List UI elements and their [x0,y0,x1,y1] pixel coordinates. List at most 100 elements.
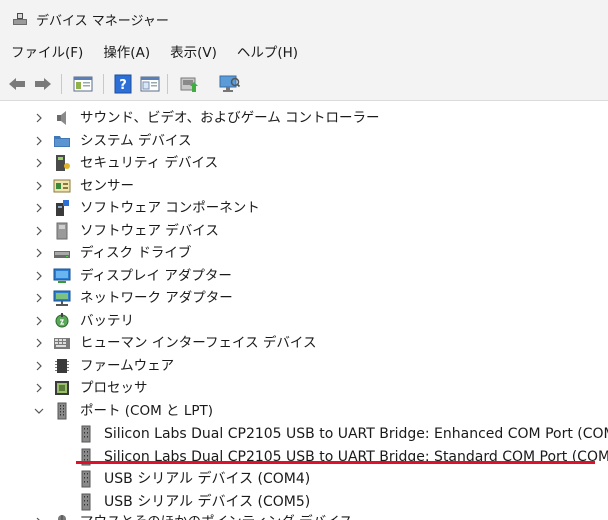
tree-category-label: セキュリティ デバイス [80,155,219,171]
security-device-icon [56,155,70,171]
tree-category-label: ソフトウェア デバイス [80,223,219,239]
tree-category[interactable]: ヒューマン インターフェイス デバイス [0,332,608,354]
forward-arrow-icon [35,78,51,90]
device-item-label: USB シリアル デバイス (COM5) [104,494,311,510]
title-bar: デバイス マネージャー [0,0,608,38]
toolbar-separator [103,74,104,94]
menu-file[interactable]: ファイル(F) [0,38,92,68]
port-icon [57,402,67,420]
tree-category-label: プロセッサ [80,380,148,396]
tree-category-label: ポート (COM と LPT) [80,403,214,419]
chevron-right-icon[interactable] [33,355,45,377]
toolbar-separator [61,74,62,94]
menu-view[interactable]: 表示(V) [159,38,226,68]
device-item-label: USB シリアル デバイス (COM4) [104,471,311,487]
back-arrow-icon [9,78,25,90]
mouse-icon [58,515,66,520]
properties-icon [140,76,160,92]
tree-category[interactable]: プロセッサ [0,377,608,399]
toolbar-separator [167,74,168,94]
tree-category[interactable]: ネットワーク アダプター [0,287,608,309]
tree-category-label: システム デバイス [80,133,192,149]
device-item[interactable]: USB シリアル デバイス (COM5) [0,491,608,513]
menu-action[interactable]: 操作(A) [92,38,159,68]
tree-category[interactable]: ソフトウェア デバイス [0,220,608,242]
properties-button[interactable] [139,73,161,95]
system-folder-icon [54,136,70,147]
tree-category[interactable]: センサー [0,175,608,197]
port-device-icon [81,493,91,511]
chevron-right-icon[interactable] [33,287,45,309]
device-item-highlighted[interactable]: Silicon Labs Dual CP2105 USB to UART Bri… [0,446,608,468]
tree-category-label: ディスク ドライブ [80,245,192,261]
software-component-icon [56,200,69,216]
window-title: デバイス マネージャー [36,14,169,29]
hid-icon [54,338,70,349]
device-item[interactable]: USB シリアル デバイス (COM4) [0,468,608,490]
firmware-icon [55,359,69,373]
chevron-down-icon[interactable] [33,400,45,422]
device-manager-icon [13,13,27,25]
device-item-label: Silicon Labs Dual CP2105 USB to UART Bri… [104,426,608,442]
tree-category-label: センサー [80,178,134,194]
chevron-right-icon[interactable] [33,332,45,354]
chevron-right-icon[interactable] [33,265,45,287]
update-driver-button[interactable] [178,73,200,95]
tree-category[interactable]: バッテリ [0,310,608,332]
tree-category[interactable]: サウンド、ビデオ、およびゲーム コントローラー [0,107,608,129]
chevron-right-icon[interactable] [33,197,45,219]
back-button[interactable] [6,73,28,95]
chevron-right-icon[interactable] [33,152,45,174]
forward-button[interactable] [32,73,54,95]
tree-category-label: バッテリ [80,313,134,329]
tree-category[interactable]: マウスとそのほかのポインティング デバイス [0,511,608,520]
software-device-icon [56,222,68,240]
port-device-icon [81,425,91,443]
chevron-right-icon[interactable] [33,511,45,520]
chevron-right-icon[interactable] [33,242,45,264]
sensor-icon [53,179,71,193]
chevron-right-icon[interactable] [33,175,45,197]
show-hide-tree-icon [73,76,93,92]
highlight-underline [76,461,595,464]
disk-drive-icon [54,251,70,258]
chevron-right-icon[interactable] [33,310,45,332]
svg-text:?: ? [119,78,127,93]
tree-category[interactable]: ディスプレイ アダプター [0,265,608,287]
tree-category[interactable]: セキュリティ デバイス [0,152,608,174]
show-hide-tree-button[interactable] [72,73,94,95]
help-icon: ? [114,74,132,94]
chevron-right-icon[interactable] [33,107,45,129]
chevron-right-icon[interactable] [33,130,45,152]
tree-category-label: サウンド、ビデオ、およびゲーム コントローラー [80,110,380,126]
tree-category-ports[interactable]: ポート (COM と LPT) [0,400,608,422]
scan-hardware-icon [219,75,240,92]
speaker-icon [57,111,66,125]
device-item[interactable]: Silicon Labs Dual CP2105 USB to UART Bri… [0,423,608,445]
network-adapter-icon [53,290,71,306]
update-driver-icon [180,77,198,92]
menu-help[interactable]: ヘルプ(H) [226,38,307,68]
processor-icon [55,381,69,395]
device-item-label: Silicon Labs Dual CP2105 USB to UART Bri… [104,449,608,465]
tree-category[interactable]: ディスク ドライブ [0,242,608,264]
battery-icon [55,313,69,328]
menu-bar: ファイル(F) 操作(A) 表示(V) ヘルプ(H) [0,38,608,68]
tree-category-label: ヒューマン インターフェイス デバイス [80,335,317,351]
toolbar: ? [0,68,608,101]
tree-category-label: ソフトウェア コンポーネント [80,200,260,216]
device-tree: サウンド、ビデオ、およびゲーム コントローラー システム デバイス セキュリティ… [0,101,608,520]
tree-category-label: ディスプレイ アダプター [80,268,232,284]
tree-category-label: マウスとそのほかのポインティング デバイス [80,511,353,520]
help-button[interactable]: ? [112,73,134,95]
port-device-icon [81,470,91,488]
tree-category-label: ファームウェア [80,358,175,374]
tree-category-label: ネットワーク アダプター [80,290,233,306]
scan-hardware-button[interactable] [218,73,240,95]
chevron-right-icon[interactable] [33,377,45,399]
tree-category[interactable]: ソフトウェア コンポーネント [0,197,608,219]
display-adapter-icon [53,268,71,283]
chevron-right-icon[interactable] [33,220,45,242]
tree-category[interactable]: システム デバイス [0,130,608,152]
tree-category[interactable]: ファームウェア [0,355,608,377]
